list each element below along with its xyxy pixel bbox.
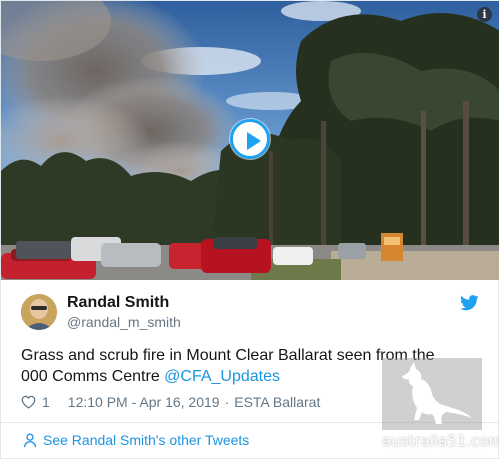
like-count[interactable]: 1 bbox=[42, 394, 50, 410]
see-other-tweets-link[interactable]: See Randal Smith's other Tweets bbox=[23, 432, 249, 448]
avatar-image bbox=[21, 294, 57, 330]
avatar[interactable] bbox=[21, 294, 57, 330]
meta-separator: · bbox=[224, 394, 230, 410]
tweet-card: i Randal Smith @randal_m_smith Grass and… bbox=[0, 0, 499, 459]
watermark-box bbox=[382, 358, 482, 430]
tweet-text: Grass and scrub fire in Mount Clear Ball… bbox=[21, 345, 441, 387]
author-handle[interactable]: @randal_m_smith bbox=[67, 314, 181, 330]
tweet-meta: 1 12:10 PM - Apr 16, 2019 · ESTA Ballara… bbox=[21, 393, 320, 411]
kangaroo-icon bbox=[402, 362, 472, 424]
watermark-text: australia51.com bbox=[382, 432, 499, 450]
play-button[interactable] bbox=[230, 119, 270, 159]
see-other-tweets-label: See Randal Smith's other Tweets bbox=[43, 432, 250, 448]
tweet-source: ESTA Ballarat bbox=[234, 394, 321, 410]
person-icon bbox=[23, 433, 37, 447]
mention-link[interactable]: @CFA_Updates bbox=[164, 368, 280, 385]
info-icon[interactable]: i bbox=[477, 7, 492, 22]
author-name[interactable]: Randal Smith bbox=[67, 294, 169, 312]
play-icon bbox=[247, 132, 261, 150]
watermark: australia51.com bbox=[382, 358, 499, 459]
twitter-bird-icon[interactable] bbox=[460, 295, 479, 311]
heart-icon[interactable] bbox=[21, 395, 36, 409]
timestamp[interactable]: 12:10 PM - Apr 16, 2019 bbox=[68, 394, 220, 410]
video-thumbnail[interactable]: i bbox=[1, 1, 499, 280]
